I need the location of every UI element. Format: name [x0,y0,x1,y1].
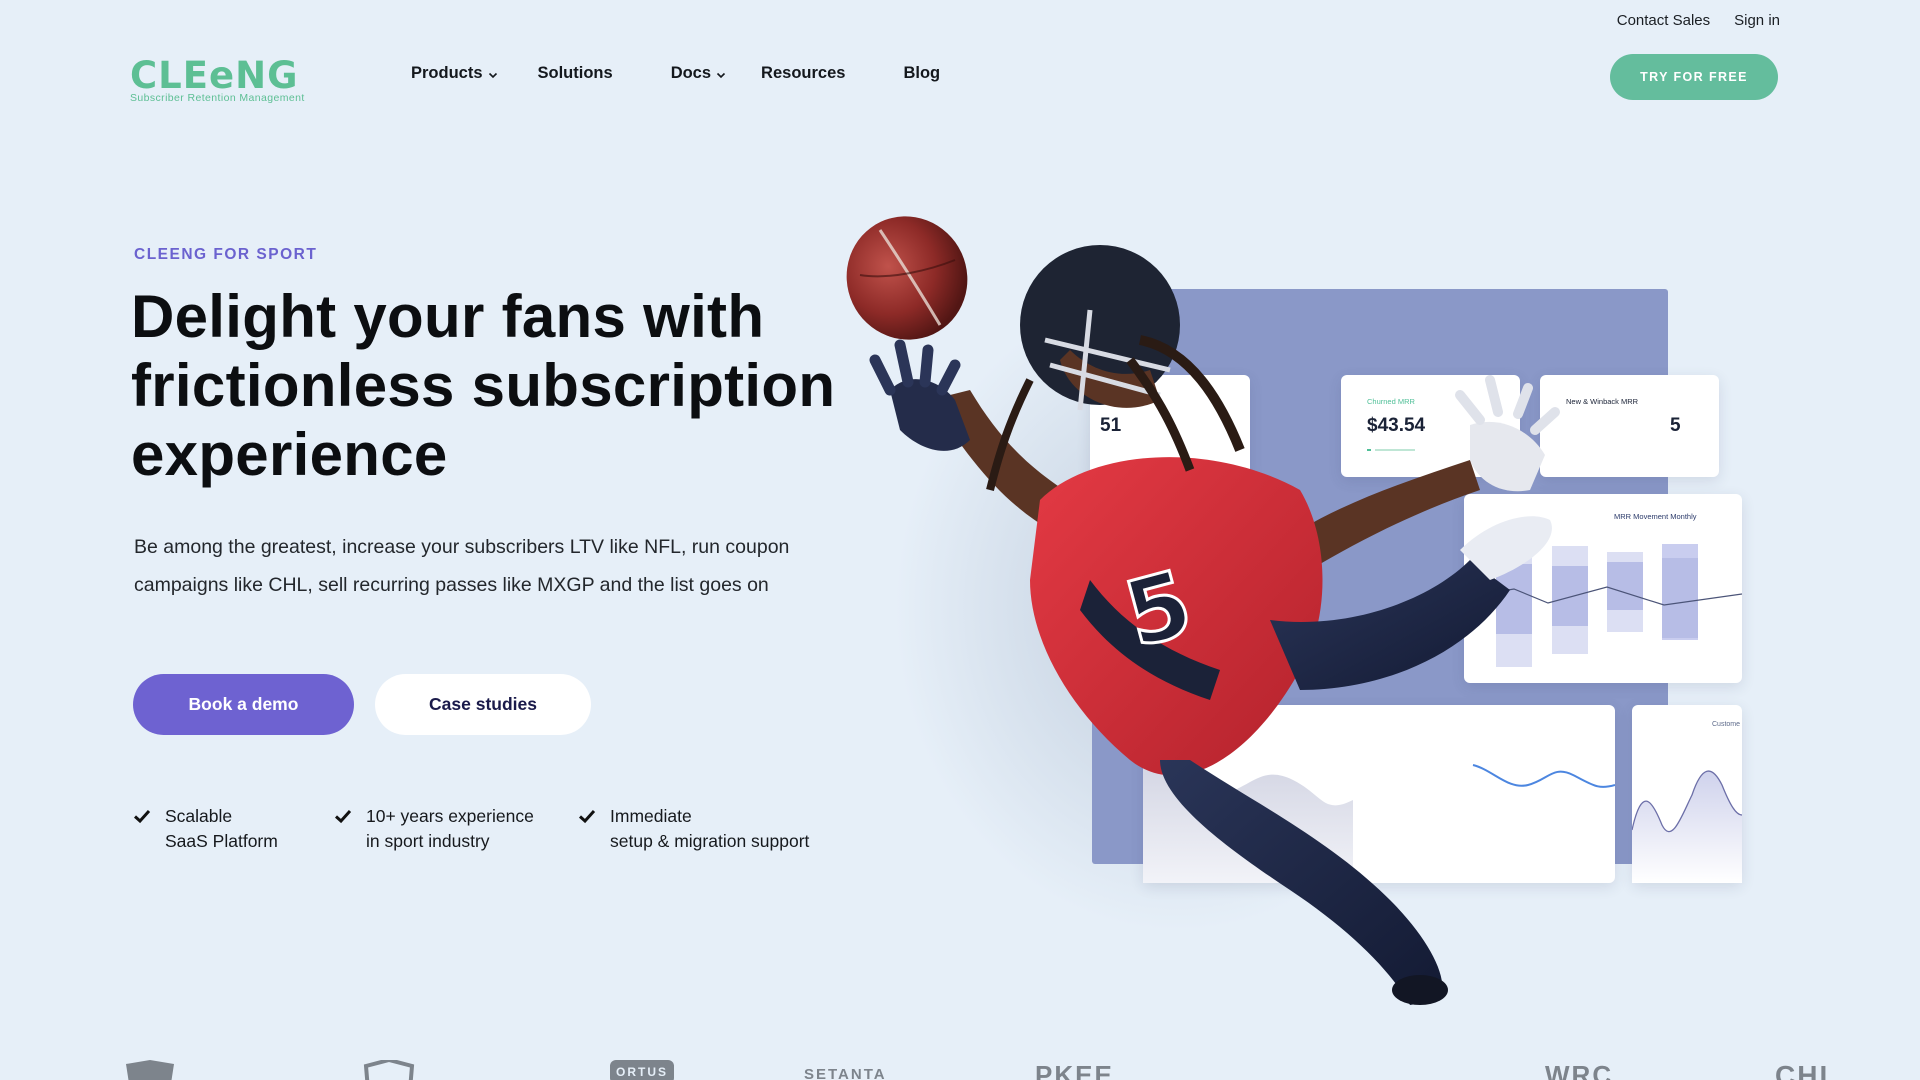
check-icon [334,809,352,824]
check-icon [133,809,151,824]
hero-illustration: 51 Churned MRR $43.54 New & Winback MRR … [830,200,1790,1020]
shield-logo-icon [126,1060,174,1080]
logo-tagline: Subscriber Retention Management [130,92,305,104]
utility-nav: Contact Sales Sign in [1617,12,1780,29]
feature-line-1: Immediate [610,806,692,826]
lead-line-1: Be among the greatest, increase your sub… [134,536,790,558]
chevron-down-icon [488,72,497,78]
football-icon [846,216,968,340]
case-studies-button[interactable]: Case studies [375,674,591,735]
lead-line-2: campaigns like CHL, sell recurring passe… [134,574,769,596]
contact-sales-link[interactable]: Contact Sales [1617,12,1710,29]
feature-line-2: SaaS Platform [165,831,278,851]
book-demo-button[interactable]: Book a demo [133,674,354,735]
feature-line-2: in sport industry [366,831,490,851]
headline-line-1: Delight your fans with [131,283,765,350]
nav-solutions[interactable]: Solutions [538,64,613,83]
nav-resources[interactable]: Resources [761,64,845,83]
feature-line-1: Scalable [165,806,233,826]
partner-logo-pkee: PKEE [1035,1060,1114,1080]
brand-logo[interactable]: CLEeNG Subscriber Retention Management [130,54,305,104]
nav-solutions-label: Solutions [537,64,613,82]
nav-docs-label: Docs [670,64,712,82]
nav-products[interactable]: Products [411,64,498,83]
partner-logo-wrc: WRC [1545,1060,1614,1080]
feature-item: 10+ years experience in sport industry [334,804,534,854]
check-icon [578,809,596,824]
shield-logo-icon [363,1060,415,1080]
nav-docs[interactable]: Docs [671,64,726,83]
headline-line-2: frictionless subscription [131,352,836,419]
logo-wordmark: CLEeNG [130,54,299,97]
nav-products-label: Products [411,64,483,82]
feature-item: Scalable SaaS Platform [133,804,278,854]
partner-logo-ortus: ORTUS [610,1060,674,1080]
try-for-free-button[interactable]: TRY FOR FREE [1610,54,1778,100]
feature-line-1: 10+ years experience [366,806,534,826]
partner-logo-setanta: SETANTA [804,1066,887,1080]
football-player-image: 5 [846,216,1560,1005]
hero-description: Be among the greatest, increase your sub… [134,528,874,604]
headline-line-3: experience [131,421,448,488]
chevron-down-icon [716,72,726,78]
feature-line-2: setup & migration support [610,831,810,851]
main-nav: Products Solutions Docs Resources Blog [411,64,940,83]
nav-blog[interactable]: Blog [903,64,940,83]
partner-logo-chl: CHL [1775,1060,1839,1080]
nav-blog-label: Blog [903,64,941,82]
feature-item: Immediate setup & migration support [578,804,809,854]
partner-logo-strip: ORTUS SETANTA PKEE WRC CHL [0,1052,1920,1080]
sign-in-link[interactable]: Sign in [1734,12,1780,29]
nav-resources-label: Resources [761,64,846,82]
hero-headline: Delight your fans with frictionless subs… [131,282,891,489]
hero-eyebrow: CLEENG FOR SPORT [134,246,318,263]
